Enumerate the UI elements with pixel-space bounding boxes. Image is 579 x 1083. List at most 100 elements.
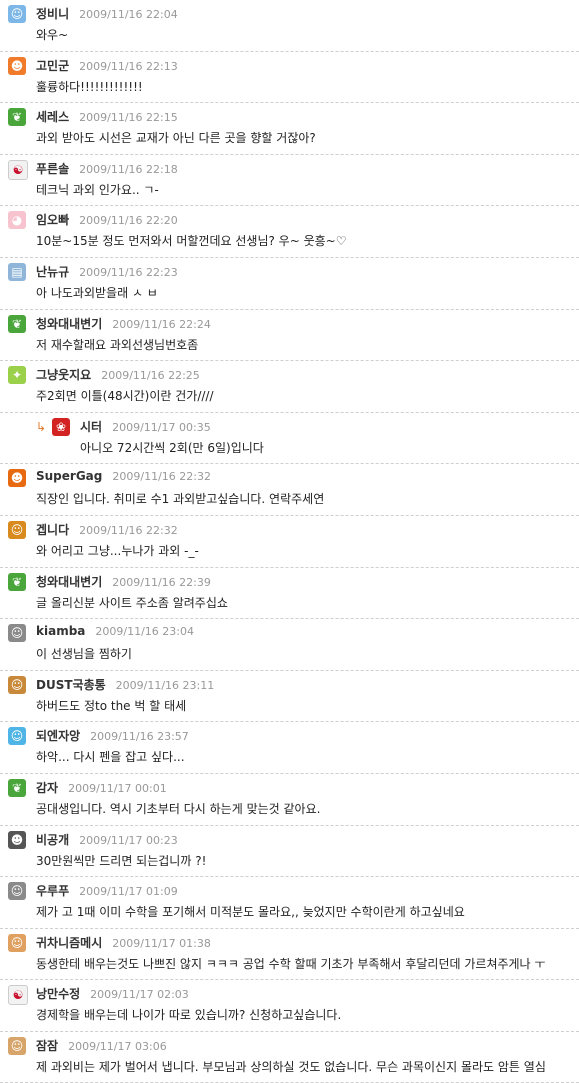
- author-name[interactable]: kiamba: [36, 624, 85, 638]
- comment-text: 와우~: [36, 28, 69, 42]
- comment-author[interactable]: 세레스 2009/11/16 22:15: [36, 108, 178, 125]
- author-name[interactable]: 고민군: [36, 59, 69, 73]
- author-name[interactable]: 귀차니즘메시: [36, 936, 102, 950]
- glasses-face-icon[interactable]: ☺: [8, 1036, 26, 1055]
- comment-item: ✦ 그냥웃지요 2009/11/16 22:25 주2회면 이틀(48시간)이란 건가…: [0, 361, 579, 413]
- comment-timestamp: 2009/11/16 22:32: [79, 523, 178, 537]
- leaf-icon[interactable]: ❦: [8, 778, 26, 797]
- comment-text: 직장인 입니다. 취미로 수1 과외받고싶습니다. 연락주세연: [36, 492, 325, 507]
- comment-timestamp: 2009/11/16 22:18: [79, 162, 178, 176]
- comment-timestamp: 2009/11/16 23:04: [95, 625, 194, 639]
- comment-author[interactable]: 낭만수정 2009/11/17 02:03: [36, 985, 189, 1002]
- comment-item: ☺ 우루푸 2009/11/17 01:09 제가 고 1때 이미 수학을 포기해서 …: [0, 877, 579, 929]
- comment-author[interactable]: 그냥웃지요 2009/11/16 22:25: [36, 366, 200, 383]
- comment-timestamp: 2009/11/16 22:24: [112, 317, 211, 331]
- comment-text: 제 과외비는 제가 벌어서 냅니다. 부모님과 상의하실 것도 없습니다. 무슨…: [36, 1059, 546, 1074]
- blue-bear-icon[interactable]: ☺: [8, 727, 26, 746]
- comment-text: 와 어리고 그냥...누나가 과외 -_-: [36, 543, 199, 558]
- comment-author[interactable]: 푸른솔 2009/11/16 22:18: [36, 160, 178, 177]
- pig-face-icon[interactable]: ◕: [8, 211, 26, 230]
- comment-text: 주2회면 이틀(48시간)이란 건가////: [36, 389, 214, 404]
- comment-timestamp: 2009/11/16 22:25: [101, 369, 200, 383]
- comment-author[interactable]: 청와대내변기 2009/11/16 22:24: [36, 315, 211, 332]
- comment-list: ☺ 정비니 2009/11/16 22:04 와우~ ☻ 고민군 2009/11/16 22…: [0, 0, 579, 1083]
- author-name[interactable]: 되엔자앙: [36, 729, 80, 743]
- comment-author[interactable]: 우루푸 2009/11/17 01:09: [36, 882, 178, 899]
- comment-text: 글 올리신분 사이트 주소좀 알려주십쇼: [36, 595, 228, 610]
- comment-text: 이 선생님을 찜하기: [36, 647, 132, 662]
- comment-author[interactable]: 비공개 2009/11/17 00:23: [36, 831, 178, 848]
- glasses-face-icon[interactable]: ☺: [8, 624, 26, 643]
- author-name[interactable]: 비공개: [36, 833, 69, 847]
- comment-author[interactable]: 정비니 2009/11/16 22:04: [36, 5, 178, 22]
- comment-timestamp: 2009/11/17 01:38: [112, 936, 211, 950]
- comment-author[interactable]: 되엔자앙 2009/11/16 23:57: [36, 727, 189, 744]
- comment-text: 하악... 다시 펜을 잡고 싶다...: [36, 750, 185, 765]
- comment-timestamp: 2009/11/16 22:20: [79, 214, 178, 228]
- monkey-icon[interactable]: ☺: [8, 675, 26, 694]
- author-name[interactable]: 세레스: [36, 110, 69, 124]
- comment-author[interactable]: 임오빠 2009/11/16 22:20: [36, 211, 178, 228]
- author-name[interactable]: 잠잠: [36, 1039, 58, 1053]
- author-name[interactable]: 시터: [80, 420, 102, 434]
- author-name[interactable]: DUST국총통: [36, 678, 106, 692]
- notebook-icon[interactable]: ▤: [8, 262, 26, 281]
- korea-flag-icon[interactable]: ☯: [8, 985, 28, 1006]
- comment-text: 제가 고 1때 이미 수학을 포기해서 미적분도 몰라요,, 늦었지만 수학이란…: [36, 905, 465, 920]
- comment-text: 10분~15분 정도 먼저와서 머할껀데요 선생님? 우~ 웃흥~♡: [36, 234, 347, 249]
- author-name[interactable]: 그냥웃지요: [36, 368, 91, 382]
- comment-timestamp: 2009/11/16 22:13: [79, 59, 178, 73]
- comment-text: 과외 받아도 시선은 교재가 아닌 다른 곳을 향할 거잖아?: [36, 131, 316, 146]
- comment-author[interactable]: 고민군 2009/11/16 22:13: [36, 57, 178, 74]
- author-name[interactable]: 난뉴규: [36, 265, 69, 279]
- comment-author[interactable]: 시터 2009/11/17 00:35: [80, 418, 211, 435]
- sparkle-icon[interactable]: ✦: [8, 366, 26, 385]
- comment-text: 아니오 72시간씩 2회(만 6일)입니다: [80, 440, 264, 455]
- pumpkin-icon[interactable]: ☻: [8, 469, 26, 488]
- comment-item: ☺ DUST국총통 2009/11/16 23:11 하버드도 정to the 벅 할…: [0, 671, 579, 723]
- author-name[interactable]: 우루푸: [36, 884, 69, 898]
- korea-flag-icon[interactable]: ☯: [8, 159, 28, 180]
- comment-author[interactable]: DUST국총통 2009/11/16 23:11: [36, 676, 214, 693]
- leaf-icon[interactable]: ❦: [8, 572, 26, 591]
- author-name[interactable]: SuperGag: [36, 469, 102, 483]
- comment-item: ☯ 푸른솔 2009/11/16 22:18 테크닉 과외 인가요.. ㄱ-: [0, 155, 579, 207]
- comment-author[interactable]: kiamba 2009/11/16 23:04: [36, 624, 194, 638]
- comment-item: ❦ 세레스 2009/11/16 22:15 과외 받아도 시선은 교재가 아닌 다른…: [0, 103, 579, 155]
- comment-text: 공대생입니다. 역시 기초부터 다시 하는게 맞는것 같아요.: [36, 801, 321, 816]
- comment-timestamp: 2009/11/16 22:23: [79, 265, 178, 279]
- masked-face-icon[interactable]: ☻: [8, 830, 26, 849]
- comment-timestamp: 2009/11/17 00:23: [79, 833, 178, 847]
- comment-author[interactable]: 겝니다 2009/11/16 22:32: [36, 521, 178, 538]
- comment-item: ☺ 겝니다 2009/11/16 22:32 와 어리고 그냥...누나가 과외 -_…: [0, 516, 579, 568]
- lion-face-icon[interactable]: ☺: [8, 520, 26, 539]
- leaf-icon[interactable]: ❦: [8, 108, 26, 127]
- comment-item: ☻ 비공개 2009/11/17 00:23 30만원씩만 드리면 되는겁니까 ?!: [0, 826, 579, 878]
- comment-author[interactable]: 귀차니즘메시 2009/11/17 01:38: [36, 934, 211, 951]
- comment-item: ☯ 낭만수정 2009/11/17 02:03 경제학을 배우는데 나이가 따로 있습…: [0, 980, 579, 1032]
- author-name[interactable]: 감자: [36, 781, 58, 795]
- comment-item: ☻ SuperGag 2009/11/16 22:32 직장인 입니다. 취미로 수1…: [0, 464, 579, 516]
- author-name[interactable]: 청와대내변기: [36, 317, 102, 331]
- author-name[interactable]: 낭만수정: [36, 987, 80, 1001]
- reply-comment: ↳ ❀ 시터 2009/11/17 00:35 아니오 72시간씩 2회(만 6일)입니…: [0, 413, 579, 465]
- comment-author[interactable]: 청와대내변기 2009/11/16 22:39: [36, 573, 211, 590]
- red-bow-icon[interactable]: ❀: [52, 417, 70, 436]
- boy-face-icon[interactable]: ☺: [8, 933, 26, 952]
- comment-author[interactable]: 난뉴규 2009/11/16 22:23: [36, 263, 178, 280]
- cartoon-avatar-icon[interactable]: ☻: [8, 56, 26, 75]
- author-name[interactable]: 정비니: [36, 7, 69, 21]
- comment-timestamp: 2009/11/17 02:03: [90, 988, 189, 1002]
- smiley-face-icon[interactable]: ☺: [8, 5, 26, 23]
- glasses-face-icon[interactable]: ☺: [8, 882, 26, 901]
- comment-author[interactable]: SuperGag 2009/11/16 22:32: [36, 469, 211, 483]
- comment-author[interactable]: 감자 2009/11/17 00:01: [36, 779, 167, 796]
- comment-timestamp: 2009/11/16 22:15: [79, 111, 178, 125]
- leaf-icon[interactable]: ❦: [8, 314, 26, 333]
- author-name[interactable]: 겝니다: [36, 523, 69, 537]
- comment-author[interactable]: 잠잠 2009/11/17 03:06: [36, 1037, 167, 1054]
- comment-item: ◕ 임오빠 2009/11/16 22:20 10분~15분 정도 먼저와서 머할껀데…: [0, 206, 579, 258]
- author-name[interactable]: 임오빠: [36, 213, 69, 227]
- author-name[interactable]: 청와대내변기: [36, 575, 102, 589]
- author-name[interactable]: 푸른솔: [36, 162, 69, 176]
